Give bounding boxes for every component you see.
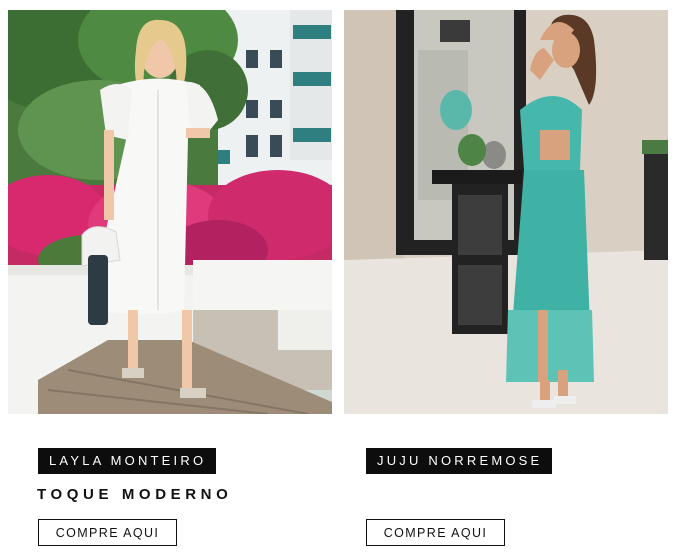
photo-white-dress-illustration <box>8 10 332 414</box>
photo-turquoise-dress-illustration <box>344 10 668 414</box>
shop-now-button[interactable]: COMPRE AQUI <box>38 519 177 546</box>
look-photo-white-dress[interactable] <box>8 10 332 414</box>
shop-now-button[interactable]: COMPRE AQUI <box>366 519 505 546</box>
influencer-name-tag: LAYLA MONTEIRO <box>38 448 217 474</box>
look-headline: TOQUE MODERNO <box>37 486 233 503</box>
look-photo-turquoise-dress[interactable] <box>344 10 668 414</box>
influencer-name-tag: JUJU NORREMOSE <box>366 448 553 474</box>
